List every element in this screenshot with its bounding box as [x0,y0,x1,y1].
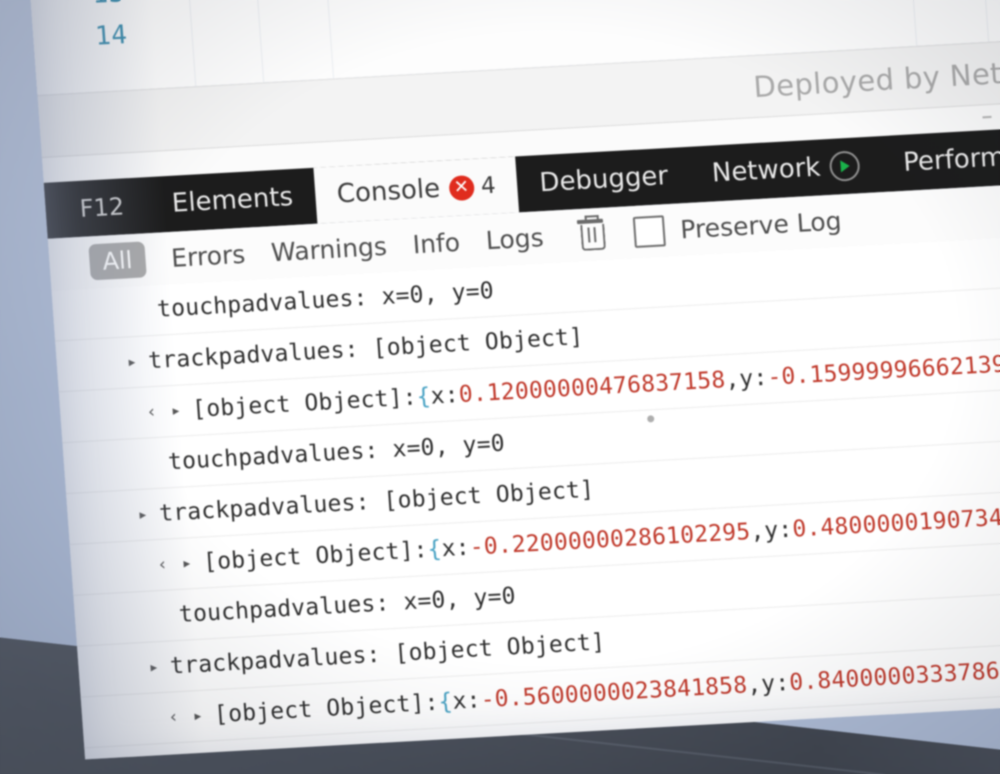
object-x-value: -0.22000000286102295 [468,518,752,561]
object-y-value: 0.8400000333786011 [788,655,1000,696]
object-y-value: -0.15999996662139893 [766,349,1000,391]
tab-label: Debugger [538,161,670,199]
expand-triangle-icon[interactable]: ▸ [148,657,160,678]
filter-all-chip[interactable]: All [88,241,147,281]
tab-label: F12 [78,192,126,223]
filter-warnings-button[interactable]: Warnings [270,231,388,266]
expand-triangle-icon[interactable]: ▸ [137,505,149,526]
indent-guide [184,0,197,89]
error-count: 4 [480,172,497,200]
window-control-dots[interactable] [982,114,1000,119]
collapse-left-icon[interactable]: ‹ [168,707,180,728]
object-x-key: x: [429,382,460,410]
tab-debugger[interactable]: Debugger [516,147,692,212]
floating-browser-screen: 12 13 14 }); Deployed by Netlify F12 Ele… [0,0,1000,774]
play-circle-icon[interactable] [828,150,861,182]
expand-triangle-icon[interactable]: ▸ [192,706,204,727]
tab-elements[interactable]: Elements [148,168,317,233]
object-x-value: -0.5600000023841858 [479,672,749,714]
tab-label: Console [335,173,442,210]
tab-label: Elements [170,182,295,219]
vr-scene: 12 13 14 }); Deployed by Netlify F12 Ele… [0,0,1000,774]
object-y-key: y: [763,516,794,545]
object-y-value: 0.4800000190734863 [791,502,1000,543]
filter-logs-button[interactable]: Logs [485,223,545,255]
indent-guide [322,0,335,81]
error-badge-icon: ✕ [448,174,475,201]
object-y-key: y: [738,364,769,393]
collapse-left-icon[interactable]: ‹ [157,555,169,576]
log-message-text: touchpadvalues: x=0, y=0 [167,430,506,476]
object-x-value: 0.12000000476837158 [457,367,727,408]
preserve-log-checkbox[interactable] [632,214,666,248]
editor-gutter: 12 13 14 [27,0,150,96]
log-message-text: touchpadvalues: x=0, y=0 [156,277,495,323]
expand-triangle-icon[interactable]: ▸ [126,352,138,373]
log-message-text: touchpadvalues: x=0, y=0 [178,583,517,628]
trash-icon[interactable] [576,214,606,251]
indent-guide [905,0,918,48]
indent-guide [977,0,990,44]
line-number: 13 [91,0,125,10]
tab-label: Performance [902,138,1000,178]
tab-performance[interactable]: Performance [879,125,1000,193]
collapse-left-icon[interactable]: ‹ [146,402,158,423]
filter-info-button[interactable]: Info [412,227,461,259]
indent-guide [252,0,265,85]
filter-errors-button[interactable]: Errors [170,239,246,272]
minimize-icon[interactable] [982,115,992,119]
log-message-text: [object Object]: [213,689,440,729]
expand-triangle-icon[interactable]: ▸ [181,553,193,574]
object-y-key: y: [760,670,791,698]
object-x-key: x: [440,534,471,563]
log-message-text: [object Object]: [191,384,418,423]
tab-f12[interactable]: F12 [44,177,152,239]
console-log-list[interactable]: touchpadvalues: x=0, y=0 ▸ trackpadvalues:… [51,234,1000,760]
object-x-key: x: [451,687,482,715]
expand-triangle-icon[interactable]: ▸ [170,401,182,422]
tab-label: Network [710,152,822,189]
log-message-text: [object Object]: [202,537,429,576]
line-number: 14 [94,20,129,52]
netlify-deploy-label: Deployed by Netlify [752,53,1000,105]
preserve-log-label: Preserve Log [679,205,843,244]
